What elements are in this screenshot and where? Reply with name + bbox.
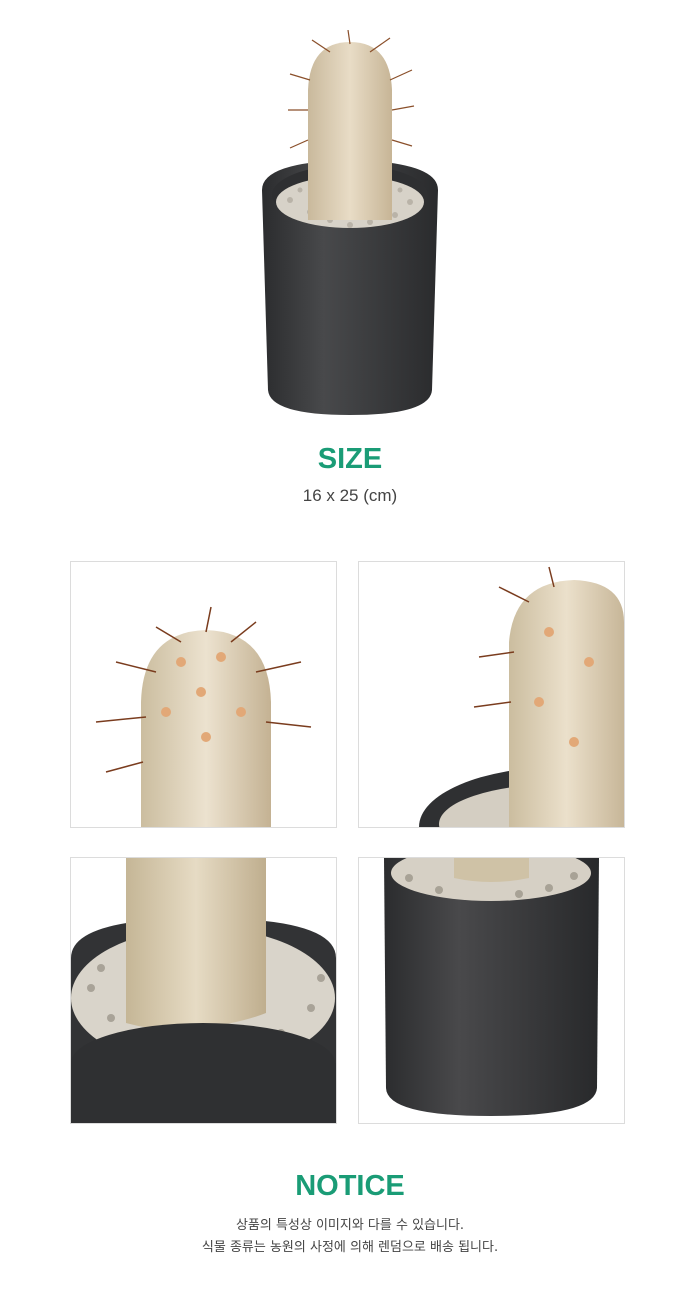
size-heading: SIZE [317, 443, 383, 475]
detail-photo-cactus-top [70, 561, 337, 828]
size-dimensions: 16 x 25 (cm) [302, 486, 398, 505]
notice-line-2: 식물 종류는 농원의 사정에 의해 렌덤으로 배송 됩니다. [201, 1240, 499, 1255]
detail-photo-cactus-base [70, 857, 337, 1124]
notice-heading: NOTICE [295, 1170, 405, 1202]
notice-line-1: 상품의 특성상 이미지와 다를 수 있습니다. [235, 1218, 465, 1233]
detail-photo-pot [358, 857, 625, 1124]
cactus-product-photo [262, 30, 438, 415]
detail-photo-cactus-side [358, 561, 625, 828]
